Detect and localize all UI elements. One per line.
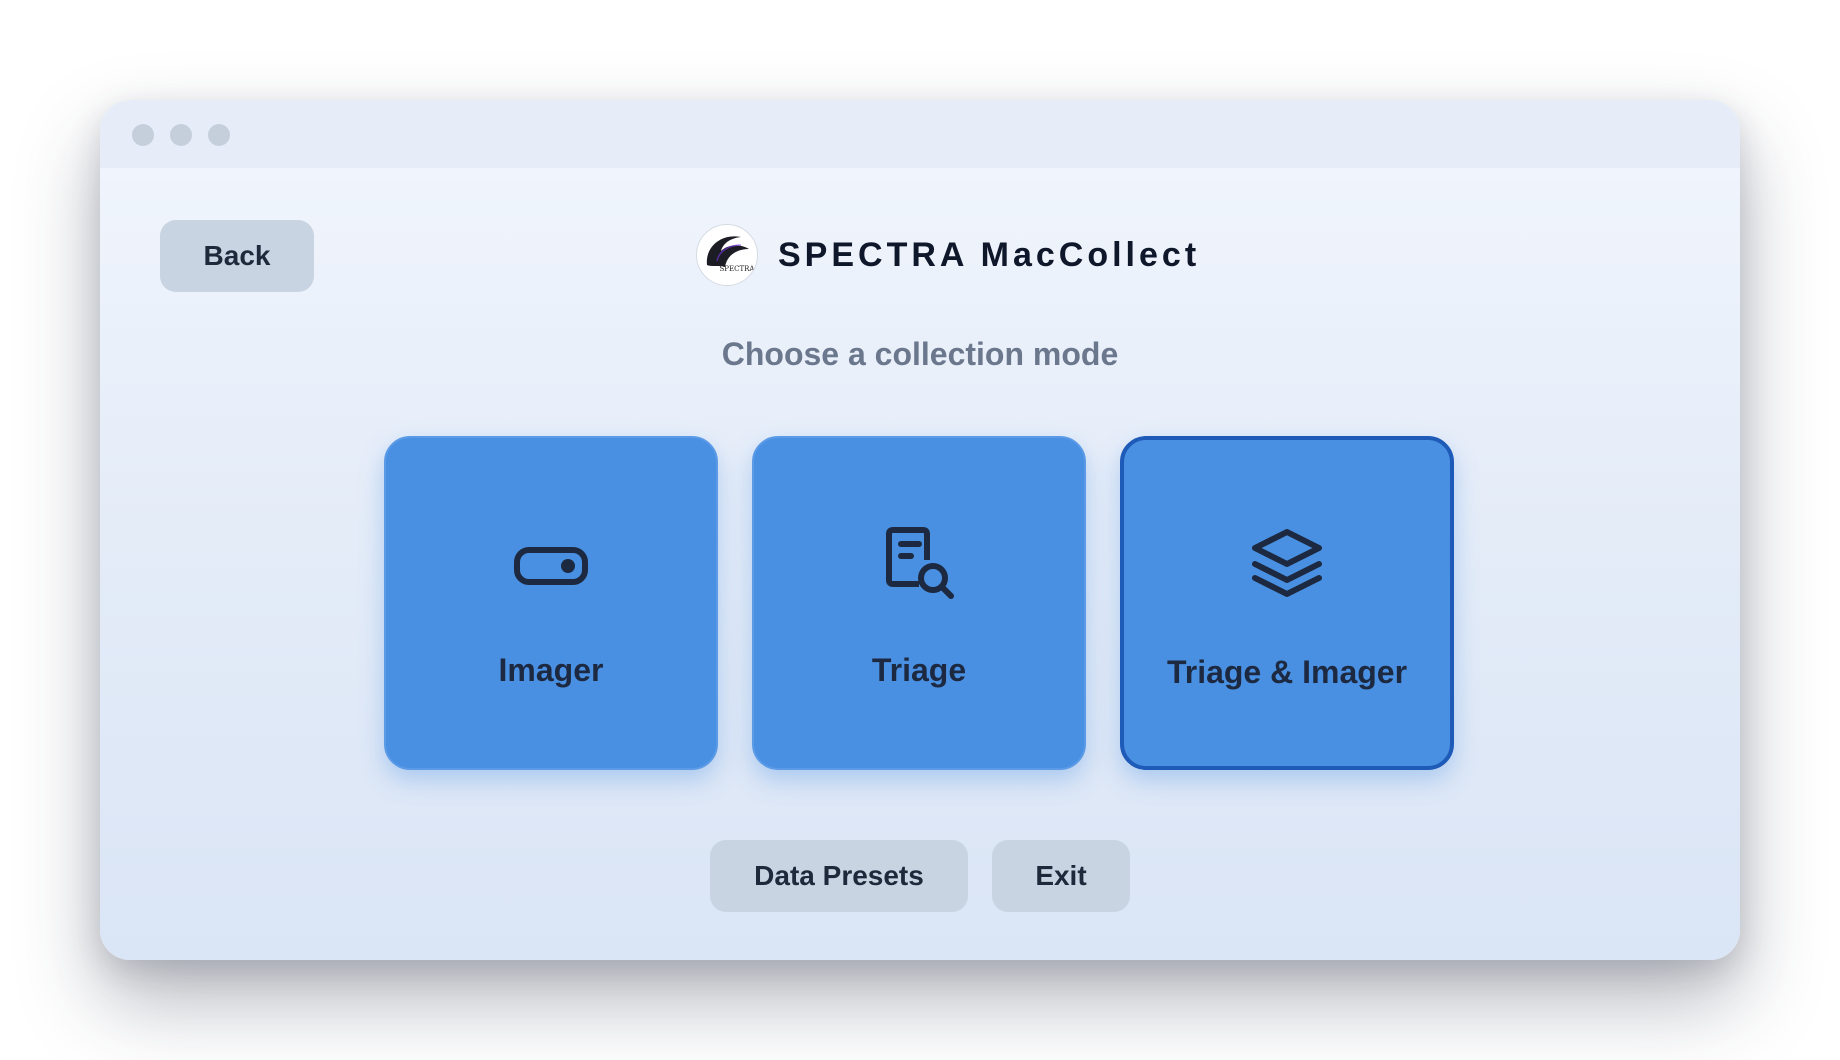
mode-card-label: Imager xyxy=(498,652,604,688)
mode-card-triage[interactable]: Triage xyxy=(752,436,1086,770)
document-search-icon xyxy=(754,526,1084,606)
zoom-dot[interactable] xyxy=(208,124,230,146)
svg-text:SPECTRA: SPECTRA xyxy=(720,265,756,273)
mode-card-label: Triage & Imager xyxy=(1166,654,1408,690)
app-window: Back SPECTRA SPECTRA MacCollect Choose a… xyxy=(100,100,1740,960)
back-button[interactable]: Back xyxy=(160,220,314,292)
close-dot[interactable] xyxy=(132,124,154,146)
drive-icon xyxy=(386,526,716,606)
title-bar xyxy=(100,100,1740,168)
layers-icon xyxy=(1124,526,1450,606)
raven-logo-icon: SPECTRA xyxy=(706,236,756,273)
mode-card-label: Triage xyxy=(871,652,967,688)
spectra-logo: SPECTRA xyxy=(696,224,758,286)
minimize-dot[interactable] xyxy=(170,124,192,146)
mode-card-imager[interactable]: Imager xyxy=(384,436,718,770)
exit-button[interactable]: Exit xyxy=(992,840,1130,912)
app-title: SPECTRA MacCollect xyxy=(778,235,1201,274)
brand: SPECTRA SPECTRA MacCollect xyxy=(696,224,1200,286)
page-subtitle: Choose a collection mode xyxy=(721,336,1119,372)
data-presets-button[interactable]: Data Presets xyxy=(710,840,968,912)
mode-card-triage-imager[interactable]: Triage & Imager xyxy=(1120,436,1454,770)
